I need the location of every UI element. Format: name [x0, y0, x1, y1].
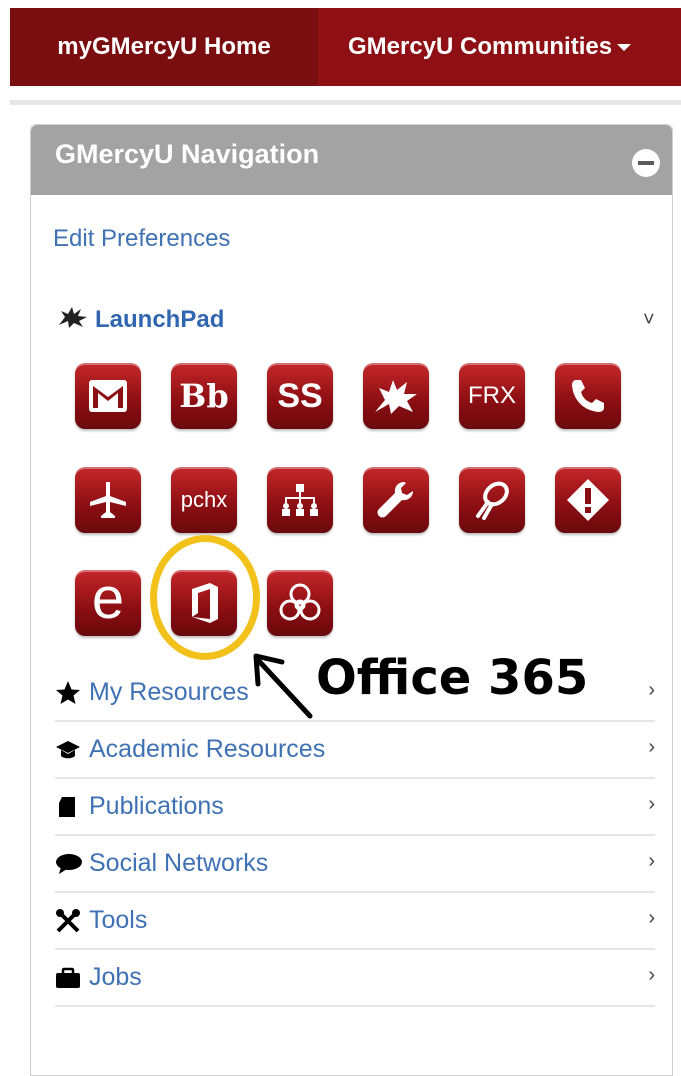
list-item-label: Social Networks: [89, 849, 269, 877]
chevron-right-icon: ›: [648, 907, 655, 929]
panel-title: GMercyU Navigation: [55, 139, 320, 169]
list-item-label: Jobs: [89, 963, 142, 991]
launchpad-tile-alert[interactable]: [555, 467, 621, 533]
chevron-right-icon: ›: [648, 793, 655, 815]
alert-icon: [567, 479, 609, 521]
launchpad-tile-wrench[interactable]: [363, 467, 429, 533]
launchpad-tile-self-service[interactable]: SS: [267, 363, 333, 429]
chevron-right-icon: ›: [648, 964, 655, 986]
biohazard-icon: [279, 583, 321, 621]
chevron-right-icon: ›: [648, 850, 655, 872]
tools-icon: [55, 908, 89, 934]
launchpad-label: LaunchPad: [95, 305, 225, 333]
griffin-logo-icon: [57, 305, 89, 334]
chevron-right-icon: ›: [648, 679, 655, 701]
tab-communities-label: GMercyU Communities: [348, 33, 613, 60]
resource-list: My Resources › Academic Resources › Publ…: [55, 665, 655, 1007]
tab-home-label: myGMercyU Home: [57, 33, 271, 60]
launchpad-tile-ribbon[interactable]: [459, 467, 525, 533]
launchpad-tile-phone[interactable]: [555, 363, 621, 429]
top-nav: myGMercyU Home GMercyU Communities: [10, 8, 681, 86]
edit-preferences-link[interactable]: Edit Preferences: [53, 225, 230, 253]
griffin-icon: [375, 380, 417, 414]
collapse-minus-icon[interactable]: [632, 149, 660, 177]
launchpad-tile-org-chart[interactable]: [267, 467, 333, 533]
speech-bubble-icon: [55, 852, 89, 876]
panel-header: GMercyU Navigation: [31, 125, 672, 195]
gmail-icon: [89, 380, 127, 412]
caret-down-icon: [617, 43, 632, 51]
launchpad-tile-biohazard[interactable]: [267, 570, 333, 636]
launchpad-tile-blackboard[interactable]: Bb: [171, 363, 237, 429]
pchx-icon: pchx: [180, 487, 228, 512]
list-item-label: Academic Resources: [89, 735, 326, 763]
office365-highlight-ring: [150, 535, 260, 660]
list-item-my-resources[interactable]: My Resources ›: [55, 665, 655, 722]
phone-icon: [572, 380, 604, 412]
tab-mygmercyu-home[interactable]: myGMercyU Home: [10, 8, 318, 86]
launchpad-header[interactable]: LaunchPad: [57, 305, 224, 334]
list-item-label: Publications: [89, 792, 224, 820]
org-chart-icon: [282, 484, 318, 516]
graduation-cap-icon: [55, 739, 89, 761]
briefcase-icon: [55, 967, 89, 989]
launchpad-tile-airplane[interactable]: [75, 467, 141, 533]
launchpad-tile-pchx[interactable]: pchx: [171, 467, 237, 533]
blackboard-icon: Bb: [179, 377, 229, 415]
ribbon-icon: [476, 481, 509, 520]
self-service-icon: SS: [277, 376, 323, 415]
list-item-label: Tools: [89, 906, 148, 934]
airplane-icon: [90, 482, 126, 518]
list-item-academic-resources[interactable]: Academic Resources ›: [55, 722, 655, 779]
launchpad-tile-griffin[interactable]: [363, 363, 429, 429]
list-item-publications[interactable]: Publications ›: [55, 779, 655, 836]
launchpad-tile-frx[interactable]: FRX: [459, 363, 525, 429]
e-icon: e: [91, 566, 125, 631]
list-item-jobs[interactable]: Jobs ›: [55, 950, 655, 1007]
wrench-icon: [377, 482, 413, 518]
chevron-right-icon: ›: [648, 736, 655, 758]
launchpad-tile-e[interactable]: e: [75, 570, 141, 636]
divider: [10, 100, 681, 105]
frx-icon: FRX: [468, 382, 516, 409]
list-item-social-networks[interactable]: Social Networks ›: [55, 836, 655, 893]
chevron-down-icon[interactable]: ˅: [643, 309, 655, 332]
star-icon: [55, 680, 89, 706]
list-item-tools[interactable]: Tools ›: [55, 893, 655, 950]
launchpad-tile-gmail[interactable]: [75, 363, 141, 429]
list-item-label: My Resources: [89, 678, 249, 706]
tab-gmercyu-communities[interactable]: GMercyU Communities: [318, 8, 681, 86]
book-icon: [55, 795, 89, 819]
